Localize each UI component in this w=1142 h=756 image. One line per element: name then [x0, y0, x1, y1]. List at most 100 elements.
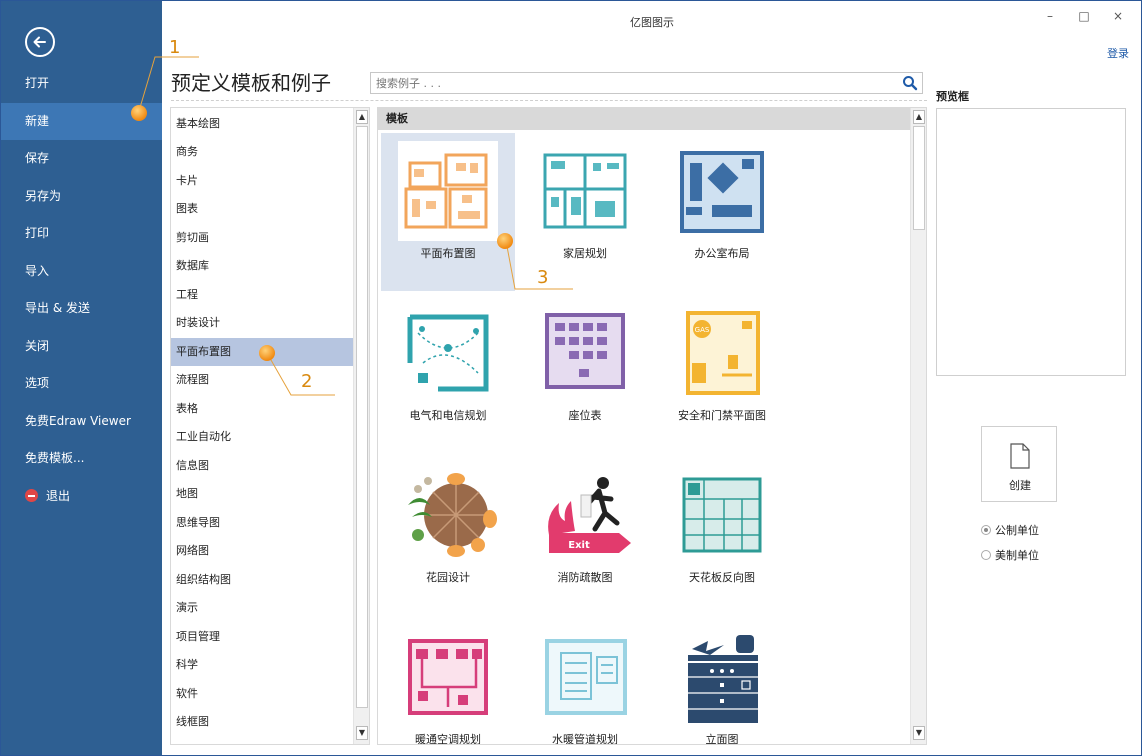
category-item[interactable]: 信息图 [171, 452, 354, 480]
category-item[interactable]: 表格 [171, 395, 354, 423]
preview-box [936, 108, 1126, 376]
callout-marker [131, 105, 147, 121]
search-icon[interactable] [902, 75, 918, 91]
electrical-plan-icon [407, 314, 489, 392]
category-item[interactable]: 流程图 [171, 366, 354, 394]
template-label: 消防疏散图 [557, 571, 613, 584]
floor-plan-icon [398, 141, 498, 241]
template-card-hvac[interactable]: 暖通空调规划 [381, 619, 515, 745]
template-card-garden[interactable]: 花园设计 [381, 457, 515, 615]
security-plan-icon: GAS [686, 311, 760, 395]
header-divider [171, 100, 927, 101]
template-label: 天花板反向图 [689, 571, 755, 584]
template-card-security[interactable]: GAS 安全和门禁平面图 [655, 295, 789, 453]
category-item[interactable]: 工程 [171, 281, 354, 309]
us-units-option[interactable]: 美制单位 [981, 547, 1039, 563]
scroll-down-icon[interactable]: ▼ [913, 726, 925, 740]
template-card-electrical[interactable]: 电气和电信规划 [381, 295, 515, 453]
menu-print[interactable]: 打印 [1, 215, 162, 252]
scroll-down-icon[interactable]: ▼ [356, 726, 368, 740]
login-link[interactable]: 登录 [1107, 45, 1129, 61]
template-card-elevation[interactable]: 立面图 [655, 619, 789, 745]
template-label: 家居规划 [563, 247, 607, 260]
menu-import[interactable]: 导入 [1, 253, 162, 290]
callout-number: 2 [301, 371, 313, 392]
category-item[interactable]: 时装设计 [171, 309, 354, 337]
garden-design-icon [408, 473, 497, 557]
template-card-plumbing[interactable]: 水暖管道规划 [518, 619, 652, 745]
ceiling-plan-icon [682, 477, 762, 553]
category-item[interactable]: 演示 [171, 594, 354, 622]
office-layout-icon [680, 151, 764, 233]
menu-save[interactable]: 保存 [1, 140, 162, 177]
hvac-plan-icon [408, 639, 488, 715]
back-button[interactable] [25, 27, 55, 57]
plumbing-plan-icon [545, 639, 627, 715]
seating-chart-icon [545, 313, 625, 389]
template-card-fire-exit[interactable]: Exit 消防疏散图 [518, 457, 652, 615]
category-item[interactable]: 图表 [171, 195, 354, 223]
close-button[interactable]: × [1105, 9, 1131, 29]
category-item[interactable]: 商务 [171, 138, 354, 166]
template-gallery: 模板 平面布置图 家居规划 办公室布局 电气和电信规划 座位表 GAS 安全和门… [377, 107, 927, 745]
callout-marker [259, 345, 275, 361]
menu-open[interactable]: 打开 [1, 65, 162, 102]
app-window: 打开 新建 保存 另存为 打印 导入 导出 & 发送 关闭 选项 免费Edraw… [0, 0, 1142, 756]
metric-units-option[interactable]: 公制单位 [981, 522, 1039, 538]
category-item[interactable]: 项目管理 [171, 623, 354, 651]
menu-free-viewer[interactable]: 免费Edraw Viewer [1, 403, 162, 440]
menu-exit[interactable]: 退出 [1, 478, 162, 515]
fire-exit-icon: Exit [548, 477, 631, 553]
preview-title: 预览框 [936, 90, 969, 103]
category-item[interactable]: 软件 [171, 680, 354, 708]
gas-label: GAS [695, 326, 710, 334]
elevation-icon [688, 635, 758, 723]
template-card-floor-plan[interactable]: 平面布置图 [381, 133, 515, 291]
minimize-button[interactable]: – [1037, 9, 1063, 29]
template-card-ceiling[interactable]: 天花板反向图 [655, 457, 789, 615]
template-label: 立面图 [705, 733, 739, 745]
template-label: 暖通空调规划 [415, 733, 481, 745]
category-item[interactable]: 思维导图 [171, 509, 354, 537]
menu-close[interactable]: 关闭 [1, 328, 162, 365]
search-box [370, 72, 923, 94]
template-label: 电气和电信规划 [409, 409, 487, 422]
category-item[interactable]: 网络图 [171, 537, 354, 565]
category-item[interactable]: 工业自动化 [171, 423, 354, 451]
template-card-office-layout[interactable]: 办公室布局 [655, 133, 789, 291]
new-document-icon [1010, 443, 1030, 469]
category-item[interactable]: 卡片 [171, 167, 354, 195]
radio-icon[interactable] [981, 525, 991, 535]
category-item[interactable]: 地图 [171, 480, 354, 508]
scroll-up-icon[interactable]: ▲ [356, 110, 368, 124]
page-title: 预定义模板和例子 [171, 71, 331, 95]
menu-options[interactable]: 选项 [1, 365, 162, 402]
category-item[interactable]: 组织结构图 [171, 566, 354, 594]
category-item[interactable]: 剪切画 [171, 224, 354, 252]
category-item[interactable]: 基本绘图 [171, 110, 354, 138]
category-scrollbar[interactable]: ▲ ▼ [353, 108, 369, 744]
template-label: 安全和门禁平面图 [678, 409, 766, 422]
category-item[interactable]: 线框图 [171, 708, 354, 736]
maximize-button[interactable]: □ [1071, 9, 1097, 29]
exit-icon [25, 489, 38, 502]
menu-free-templates[interactable]: 免费模板... [1, 440, 162, 477]
template-label: 花园设计 [426, 571, 470, 584]
radio-icon[interactable] [981, 550, 991, 560]
template-section-header: 模板 [378, 108, 910, 130]
window-title: 亿图图示 [630, 16, 674, 29]
home-plan-icon [543, 153, 627, 229]
exit-sign-text: Exit [568, 540, 590, 551]
template-label: 水暖管道规划 [552, 733, 618, 745]
menu-export-send[interactable]: 导出 & 发送 [1, 290, 162, 327]
category-item[interactable]: 科学 [171, 651, 354, 679]
scrollbar-thumb[interactable] [356, 126, 368, 708]
template-scrollbar[interactable]: ▲ ▼ [910, 108, 926, 744]
category-item[interactable]: 数据库 [171, 252, 354, 280]
scrollbar-thumb[interactable] [913, 126, 925, 230]
create-button[interactable]: 创建 [981, 426, 1057, 502]
scroll-up-icon[interactable]: ▲ [913, 110, 925, 124]
menu-save-as[interactable]: 另存为 [1, 178, 162, 215]
template-card-seating[interactable]: 座位表 [518, 295, 652, 453]
search-input[interactable] [371, 73, 891, 93]
